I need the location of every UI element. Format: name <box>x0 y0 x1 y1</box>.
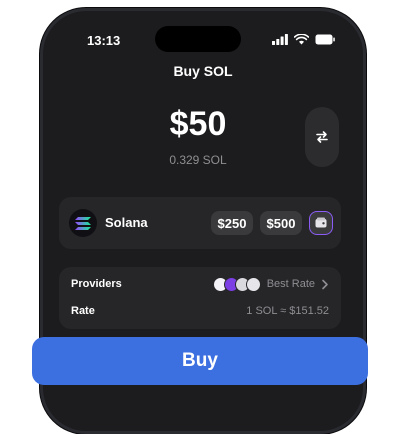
status-time: 13:13 <box>87 33 121 48</box>
providers-label: Providers <box>71 278 122 290</box>
solana-logo-icon <box>69 209 97 237</box>
rate-label: Rate <box>71 305 95 317</box>
providers-row[interactable]: Providers Best Rate <box>71 275 329 293</box>
swap-arrows-icon <box>316 131 328 143</box>
quick-amount-500-button[interactable]: $500 <box>260 211 302 235</box>
wallet-icon <box>315 217 327 228</box>
wifi-icon <box>294 34 309 45</box>
chevron-right-icon <box>322 279 328 289</box>
payment-method-button[interactable] <box>309 211 333 235</box>
providers-value: Best Rate <box>266 278 315 290</box>
status-icons <box>272 34 335 45</box>
battery-icon <box>315 34 335 45</box>
dynamic-island <box>155 26 241 52</box>
provider-logos-icon <box>212 276 261 292</box>
signal-icon <box>272 34 288 45</box>
page-title: Buy SOL <box>173 63 233 79</box>
rate-value: 1 SOL ≈ $151.52 <box>246 305 329 317</box>
rate-row: Rate 1 SOL ≈ $151.52 <box>71 302 329 320</box>
swap-currency-button[interactable] <box>305 107 339 167</box>
buy-button[interactable]: Buy <box>32 337 368 385</box>
quick-amount-250-button[interactable]: $250 <box>211 211 253 235</box>
asset-name: Solana <box>105 215 148 230</box>
asset-selector[interactable]: Solana $250 $500 <box>59 197 341 249</box>
details-card: Providers Best Rate Rate 1 SOL ≈ $151.52 <box>59 267 341 329</box>
providers-value-group: Best Rate <box>212 276 329 292</box>
